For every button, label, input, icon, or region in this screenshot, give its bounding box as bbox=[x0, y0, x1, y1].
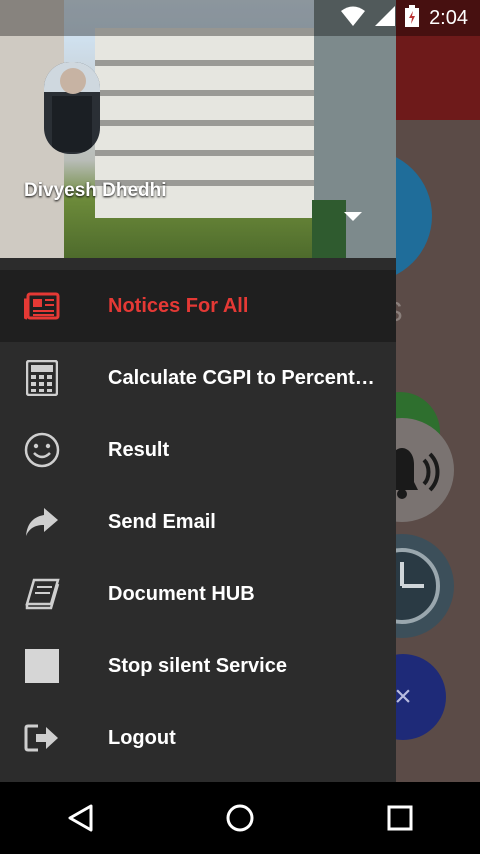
menu-item-send-email[interactable]: Send Email bbox=[0, 486, 396, 558]
avatar-body bbox=[52, 96, 92, 152]
menu-item-label: Calculate CGPI to Percent… bbox=[108, 366, 375, 389]
menu-item-label: Send Email bbox=[108, 510, 216, 533]
navigation-drawer: Divyesh Dhedhi Notices For All Calculate… bbox=[0, 0, 396, 782]
menu-item-label: Document HUB bbox=[108, 582, 255, 605]
menu-item-stop-silent-service[interactable]: Stop silent Service bbox=[0, 630, 396, 702]
status-bar: 2:04 bbox=[0, 0, 480, 36]
recents-icon[interactable] bbox=[370, 788, 430, 848]
header-building-floor bbox=[95, 150, 325, 156]
menu-item-label: Result bbox=[108, 438, 170, 461]
header-tree bbox=[312, 200, 346, 258]
back-icon[interactable] bbox=[50, 788, 110, 848]
share-arrow-icon bbox=[24, 504, 60, 540]
newspaper-icon bbox=[24, 288, 60, 324]
calculator-icon bbox=[24, 360, 60, 396]
menu-item-label: Notices For All bbox=[108, 294, 249, 317]
logout-icon bbox=[24, 720, 60, 756]
menu-item-document-hub[interactable]: Document HUB bbox=[0, 558, 396, 630]
account-dropdown-icon[interactable] bbox=[344, 212, 362, 221]
menu-item-calculate-cgpi[interactable]: Calculate CGPI to Percent… bbox=[0, 342, 396, 414]
header-building-floor bbox=[95, 60, 325, 66]
menu-item-label: Stop silent Service bbox=[108, 654, 287, 677]
avatar-face bbox=[60, 68, 86, 94]
menu-item-label: Logout bbox=[108, 726, 176, 749]
system-nav-bar bbox=[0, 782, 480, 854]
drawer-menu: Notices For All Calculate CGPI to Percen… bbox=[0, 270, 396, 774]
signal-icon bbox=[375, 5, 396, 31]
header-building-floor bbox=[95, 90, 325, 96]
menu-item-result[interactable]: Result bbox=[0, 414, 396, 486]
stop-square-icon bbox=[24, 648, 60, 684]
avatar[interactable] bbox=[44, 62, 100, 154]
status-time: 2:04 bbox=[429, 6, 468, 29]
battery-icon bbox=[405, 4, 420, 32]
user-name: Divyesh Dhedhi bbox=[24, 180, 167, 201]
drawer-header: Divyesh Dhedhi bbox=[0, 0, 396, 258]
menu-item-logout[interactable]: Logout bbox=[0, 702, 396, 774]
menu-item-notices[interactable]: Notices For All bbox=[0, 270, 396, 342]
book-icon bbox=[24, 576, 60, 612]
header-building-floor bbox=[95, 120, 325, 126]
home-icon[interactable] bbox=[210, 788, 270, 848]
wifi-icon bbox=[341, 6, 366, 31]
smiley-icon bbox=[24, 432, 60, 468]
